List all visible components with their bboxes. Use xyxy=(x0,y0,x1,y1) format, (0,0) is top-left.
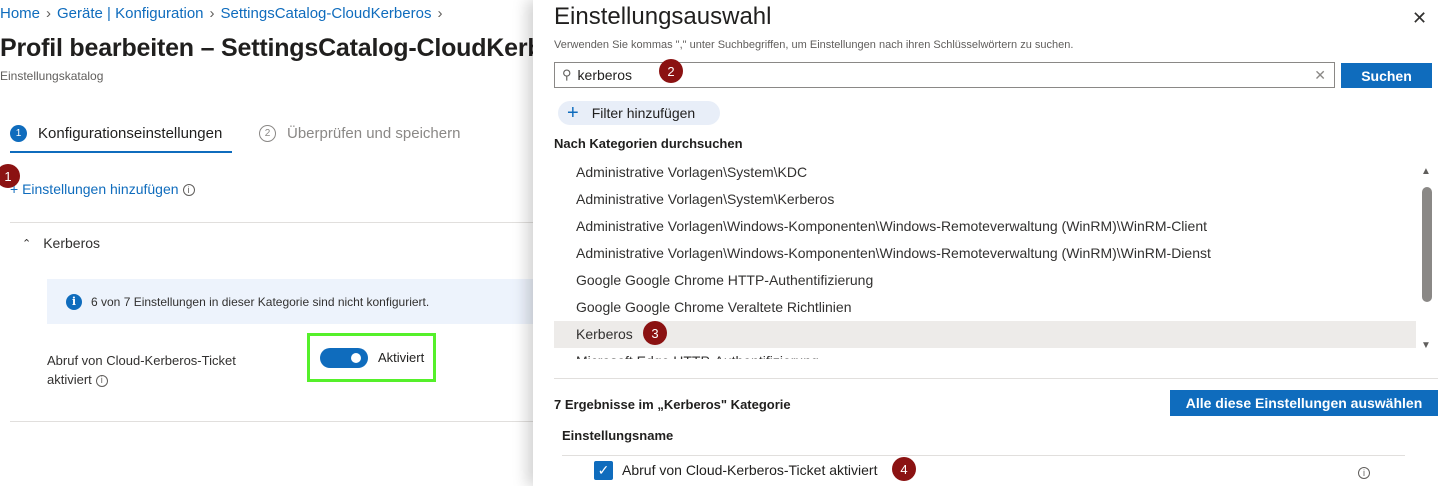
step-label: Konfigurationseinstellungen xyxy=(38,125,223,142)
annotation-marker-4: 4 xyxy=(892,457,916,481)
step-number: 2 xyxy=(259,125,276,142)
step-label: Überprüfen und speichern xyxy=(287,125,461,142)
add-filter-button[interactable]: + Filter hinzufügen xyxy=(558,101,720,125)
add-settings-label: + Einstellungen hinzufügen xyxy=(10,181,179,197)
close-icon[interactable]: ✕ xyxy=(1412,8,1427,29)
breadcrumb: Home › Geräte | Konfiguration › SettingsCata… xyxy=(0,5,448,22)
list-item[interactable]: Administrative Vorlagen\Windows-Komponen… xyxy=(554,213,1416,240)
divider xyxy=(562,455,1405,456)
breadcrumb-profile[interactable]: SettingsCatalog-CloudKerberos xyxy=(221,5,432,22)
panel-title: Einstellungsauswahl xyxy=(554,3,772,30)
list-item[interactable]: Administrative Vorlagen\Windows-Komponen… xyxy=(554,240,1416,267)
settings-picker-panel: Einstellungsauswahl ✕ Verwenden Sie komm… xyxy=(533,0,1446,486)
panel-description: Verwenden Sie kommas "," unter Suchbegri… xyxy=(554,39,1074,51)
scroll-up-icon[interactable]: ▲ xyxy=(1421,166,1431,177)
enable-toggle[interactable] xyxy=(320,347,368,368)
section-title: Kerberos xyxy=(43,235,101,251)
page-subtitle: Einstellungskatalog xyxy=(0,69,104,83)
setting-label: Abruf von Cloud-Kerberos-Ticket aktivier… xyxy=(47,353,236,387)
list-item[interactable]: Google Google Chrome HTTP-Authentifizier… xyxy=(554,267,1416,294)
divider xyxy=(554,378,1438,379)
results-heading: 7 Ergebnisse im „Kerberos" Kategorie xyxy=(554,397,791,412)
toggle-state-label: Aktiviert xyxy=(378,350,425,365)
select-all-button[interactable]: Alle diese Einstellungen auswählen xyxy=(1170,390,1438,416)
column-header-setting-name: Einstellungsname xyxy=(562,428,674,443)
chevron-right-icon: › xyxy=(437,5,443,22)
tab-configuration-settings[interactable]: 1 Konfigurationseinstellungen xyxy=(10,125,222,142)
result-setting-name: Abruf von Cloud-Kerberos-Ticket aktivier… xyxy=(622,462,878,478)
search-value: kerberos xyxy=(577,67,632,83)
add-filter-label: Filter hinzufügen xyxy=(591,105,696,121)
kerberos-section-header[interactable]: ⌃ Kerberos xyxy=(22,235,100,251)
result-info: i xyxy=(1354,464,1370,482)
scroll-down-icon[interactable]: ▼ xyxy=(1421,340,1431,351)
breadcrumb-home[interactable]: Home xyxy=(0,5,40,22)
list-item-selected[interactable]: Kerberos xyxy=(554,321,1416,348)
search-button[interactable]: Suchen xyxy=(1341,63,1432,88)
list-item[interactable]: Google Google Chrome Veraltete Richtlini… xyxy=(554,294,1416,321)
scrollbar-thumb[interactable] xyxy=(1422,187,1432,302)
add-settings-link[interactable]: + Einstellungen hinzufügen i xyxy=(10,181,195,197)
list-item[interactable]: Microsoft Edge HTTP-Authentifizierung xyxy=(554,348,1416,359)
step-number: 1 xyxy=(10,125,27,142)
profile-editor: Home › Geräte | Konfiguration › SettingsCata… xyxy=(0,0,560,486)
breadcrumb-devices-config[interactable]: Geräte | Konfiguration xyxy=(57,5,203,22)
info-icon[interactable]: i xyxy=(1358,466,1370,479)
highlight-box: Aktiviert xyxy=(307,333,436,382)
chevron-right-icon: › xyxy=(209,5,215,22)
tab-review-save[interactable]: 2 Überprüfen und speichern xyxy=(259,125,460,142)
browse-categories-heading: Nach Kategorien durchsuchen xyxy=(554,136,743,151)
clear-icon[interactable]: ✕ xyxy=(1314,67,1326,84)
search-icon: ⚲ xyxy=(562,67,572,82)
page-title: Profil bearbeiten – SettingsCatalog-Clou… xyxy=(0,34,560,62)
list-item[interactable]: Administrative Vorlagen\System\Kerberos xyxy=(554,186,1416,213)
info-icon: i xyxy=(66,293,82,310)
plus-icon: + xyxy=(567,102,579,124)
info-banner-text: 6 von 7 Einstellungen in dieser Kategori… xyxy=(91,294,430,309)
active-tab-indicator xyxy=(10,151,232,153)
info-icon[interactable]: i xyxy=(182,184,195,197)
info-banner: i 6 von 7 Einstellungen in dieser Katego… xyxy=(47,279,560,324)
category-list: Administrative Vorlagen\System\KDC Admin… xyxy=(554,159,1416,359)
list-item[interactable]: Administrative Vorlagen\System\KDC xyxy=(554,159,1416,186)
divider xyxy=(10,222,560,223)
annotation-marker-3: 3 xyxy=(643,321,667,345)
chevron-right-icon: › xyxy=(46,5,52,22)
chevron-up-icon: ⌃ xyxy=(22,237,32,250)
setting-checkbox[interactable]: ✓ xyxy=(594,461,613,480)
divider xyxy=(10,421,560,422)
toggle-knob xyxy=(351,352,361,363)
annotation-marker-2: 2 xyxy=(659,59,683,83)
info-icon[interactable]: i xyxy=(95,374,108,387)
